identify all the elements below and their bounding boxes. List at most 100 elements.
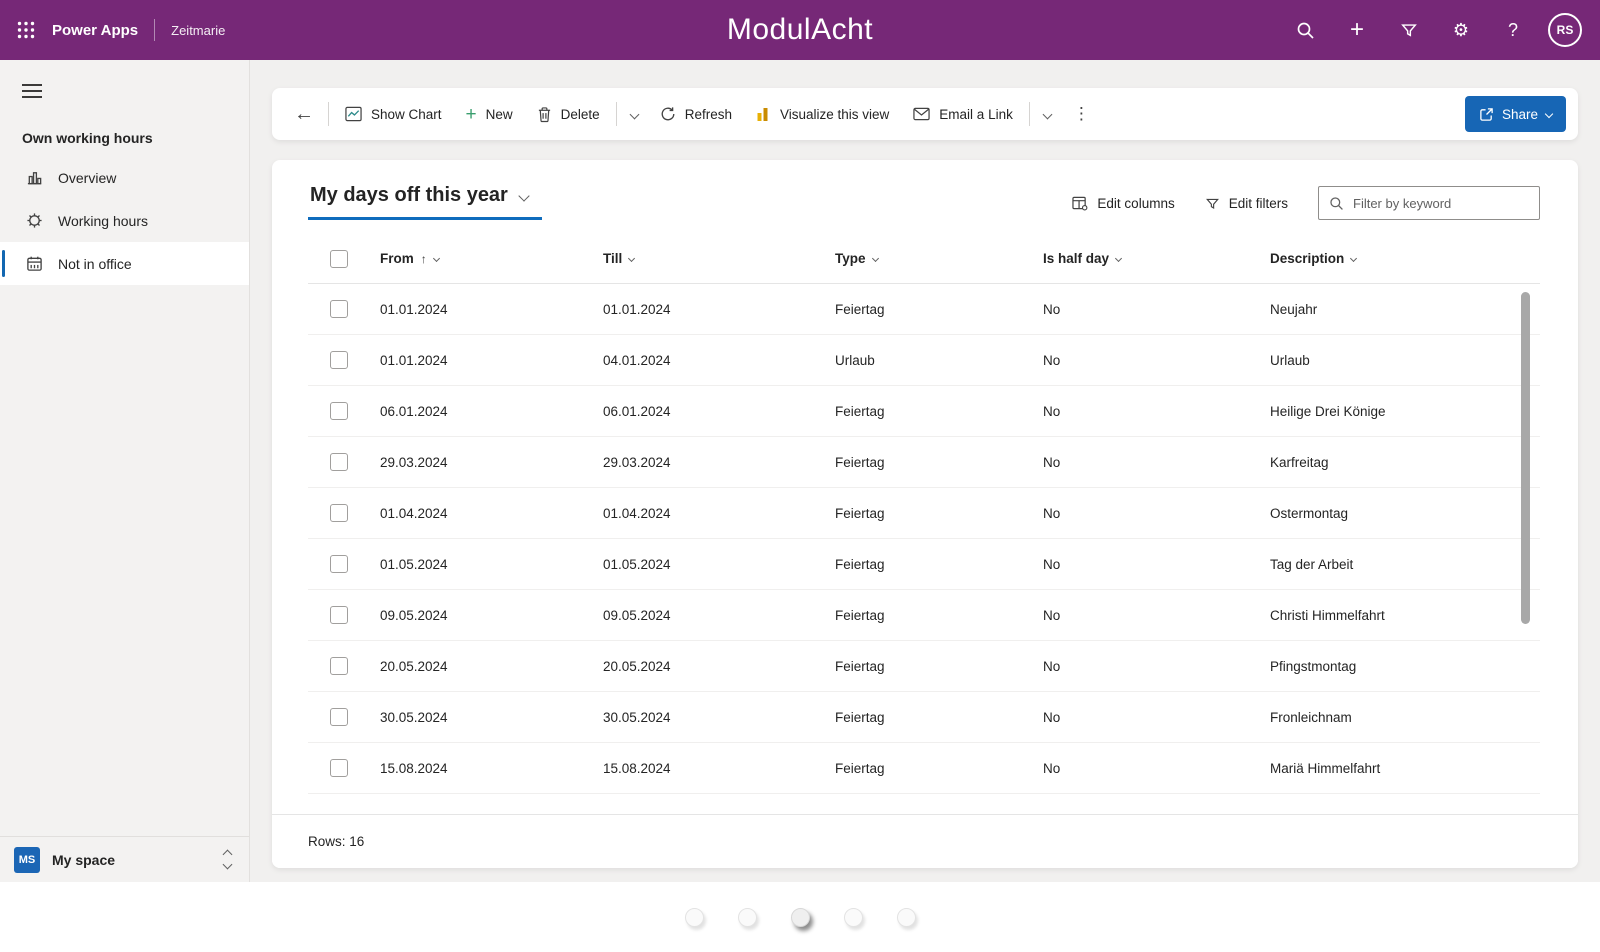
keyword-filter-input[interactable] [1353,196,1529,211]
row-checkbox[interactable] [330,555,348,573]
table-row[interactable]: 09.05.2024 09.05.2024 Feiertag No Christ… [308,590,1540,641]
column-header-from[interactable]: From ↑ [380,251,603,266]
cell-from: 01.04.2024 [380,506,603,521]
overflow-chevron[interactable] [1034,105,1061,123]
sidebar-item-working-hours[interactable]: Working hours [0,199,249,242]
row-checkbox[interactable] [330,759,348,777]
cell-till: 06.01.2024 [603,404,835,419]
cell-till: 09.05.2024 [603,608,835,623]
area-switcher[interactable]: MS My space [0,836,249,882]
share-button[interactable]: Share [1465,96,1566,132]
cell-half-day: No [1043,455,1270,470]
waffle-icon[interactable] [0,0,52,60]
cell-half-day: No [1043,710,1270,725]
cell-description: Christi Himmelfahrt [1270,608,1540,623]
cell-type: Feiertag [835,557,1043,572]
vertical-scrollbar[interactable] [1521,292,1530,624]
row-count: Rows: 16 [308,834,364,849]
cell-till: 04.01.2024 [603,353,835,368]
product-name[interactable]: Power Apps [52,22,138,39]
edit-filters-button[interactable]: Edit filters [1205,196,1288,211]
email-link-button[interactable]: Email a Link [901,96,1025,132]
column-header-half-day[interactable]: Is half day [1043,251,1270,266]
table-row[interactable]: 01.01.2024 04.01.2024 Urlaub No Urlaub [308,335,1540,386]
row-checkbox[interactable] [330,351,348,369]
row-checkbox[interactable] [330,504,348,522]
cell-till: 01.04.2024 [603,506,835,521]
top-header: Power Apps Zeitmarie ModulAcht + ⚙ ? RS [0,0,1600,60]
loading-dot [791,908,810,927]
cell-type: Feiertag [835,659,1043,674]
filter-icon[interactable] [1388,9,1430,51]
table-row[interactable]: 29.03.2024 29.03.2024 Feiertag No Karfre… [308,437,1540,488]
trash-icon [537,106,552,123]
row-checkbox[interactable] [330,300,348,318]
cell-from: 29.03.2024 [380,455,603,470]
sort-asc-icon: ↑ [421,252,427,266]
chevron-updown-icon [224,851,231,868]
row-checkbox[interactable] [330,606,348,624]
column-header-type[interactable]: Type [835,251,1043,266]
search-icon[interactable] [1284,9,1326,51]
table-row[interactable]: 01.01.2024 01.01.2024 Feiertag No Neujah… [308,284,1540,335]
cell-till: 20.05.2024 [603,659,835,674]
edit-filters-icon [1205,196,1220,211]
row-checkbox[interactable] [330,453,348,471]
overview-icon [24,168,44,188]
edit-columns-button[interactable]: Edit columns [1072,196,1174,211]
column-header-till[interactable]: Till [603,251,835,266]
hamburger-icon[interactable] [22,84,42,98]
table-row[interactable]: 06.01.2024 06.01.2024 Feiertag No Heilig… [308,386,1540,437]
sidebar-item-overview[interactable]: Overview [0,156,249,199]
cell-half-day: No [1043,608,1270,623]
row-checkbox[interactable] [330,657,348,675]
delete-button[interactable]: Delete [525,96,612,132]
new-plus-icon: + [466,105,477,124]
avatar[interactable]: RS [1548,13,1582,47]
share-chevron-icon [1545,110,1553,118]
cell-type: Feiertag [835,506,1043,521]
loading-indicator [0,882,1600,952]
cell-type: Feiertag [835,455,1043,470]
cell-half-day: No [1043,302,1270,317]
back-button[interactable]: ← [284,103,324,126]
cell-type: Urlaub [835,353,1043,368]
cell-till: 15.08.2024 [603,761,835,776]
cell-type: Feiertag [835,761,1043,776]
column-header-description[interactable]: Description [1270,251,1540,266]
cell-half-day: No [1043,506,1270,521]
cell-description: Pfingstmontag [1270,659,1540,674]
column-chevron-icon [871,255,878,262]
cell-type: Feiertag [835,608,1043,623]
more-commands-icon[interactable]: ⋮ [1061,104,1102,124]
table-row[interactable]: 15.08.2024 15.08.2024 Feiertag No Mariä … [308,743,1540,794]
cell-half-day: No [1043,659,1270,674]
show-chart-button[interactable]: Show Chart [333,96,454,132]
view-selector[interactable]: My days off this year [308,184,542,220]
sidebar-item-not-in-office[interactable]: Not in office [0,242,249,285]
table-row[interactable]: 01.04.2024 01.04.2024 Feiertag No Osterm… [308,488,1540,539]
delete-overflow-chevron[interactable] [621,105,648,123]
cell-from: 01.01.2024 [380,353,603,368]
row-checkbox[interactable] [330,402,348,420]
refresh-button[interactable]: Refresh [648,96,744,132]
cell-till: 30.05.2024 [603,710,835,725]
table-row[interactable]: 30.05.2024 30.05.2024 Feiertag No Fronle… [308,692,1540,743]
table-row[interactable]: 01.05.2024 01.05.2024 Feiertag No Tag de… [308,539,1540,590]
main-content: ← Show Chart + New [250,60,1600,882]
cell-from: 15.08.2024 [380,761,603,776]
add-icon[interactable]: + [1336,9,1378,51]
row-checkbox[interactable] [330,708,348,726]
cell-description: Ostermontag [1270,506,1540,521]
environment-name[interactable]: Zeitmarie [171,23,225,38]
app-root: Power Apps Zeitmarie ModulAcht + ⚙ ? RS … [0,0,1600,952]
refresh-icon [660,106,676,122]
table-row[interactable]: 20.05.2024 20.05.2024 Feiertag No Pfings… [308,641,1540,692]
visualize-view-button[interactable]: Visualize this view [744,96,901,132]
new-button[interactable]: + New [454,96,525,132]
help-icon[interactable]: ? [1492,9,1534,51]
sidebar-item-label: Not in office [58,256,132,272]
sidebar-group-label: Own working hours [22,130,249,146]
select-all-checkbox[interactable] [330,250,348,268]
gear-icon[interactable]: ⚙ [1440,9,1482,51]
